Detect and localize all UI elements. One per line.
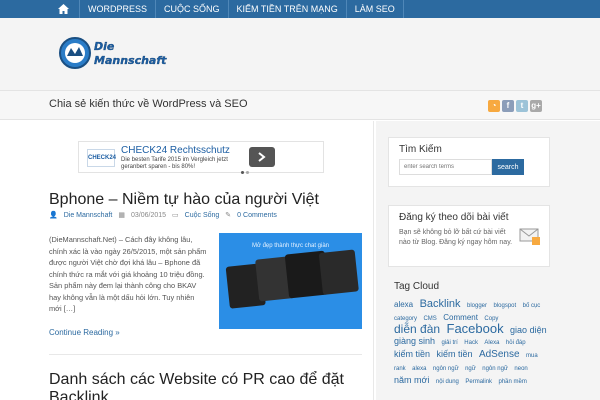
tag-link[interactable]: ngữ [465, 366, 476, 372]
site-header: Die Mannschaft [0, 18, 600, 90]
tag-link[interactable]: Hack [464, 340, 478, 346]
ad-dot[interactable] [241, 171, 244, 174]
top-navigation: WordPress Cuộc sống Kiếm tiền trên mạng … [0, 0, 600, 18]
tag-link[interactable]: kiếm tiền [394, 349, 430, 359]
email-subscribe-icon[interactable] [519, 224, 541, 246]
ad-next-button[interactable] [249, 147, 275, 167]
ad-banner[interactable]: CHECK24 CHECK24 Rechtsschutz Die besten … [78, 141, 324, 174]
tag-link[interactable]: nội dung [436, 379, 459, 385]
twitter-icon[interactable]: t [516, 100, 528, 112]
post-title[interactable]: Bphone – Niềm tự hào của người Việt [49, 191, 319, 209]
ad-title[interactable]: CHECK24 Rechtsschutz [121, 145, 230, 156]
tag-link[interactable]: Alexa [484, 340, 499, 346]
tag-link[interactable]: rank [394, 366, 406, 372]
calendar-icon: ▦ [118, 212, 125, 219]
comment-icon: ✎ [225, 212, 232, 219]
facebook-icon[interactable]: f [502, 100, 514, 112]
post-excerpt: (DieMannschaft.Net) – Cách đây không lâu… [49, 235, 207, 313]
tagline-bar: Chia sẻ kiến thức về WordPress và SEO ◔ … [0, 90, 600, 120]
site-tagline: Chia sẻ kiến thức về WordPress và SEO [49, 98, 248, 110]
chevron-right-icon [258, 152, 266, 162]
tag-link[interactable]: phần mềm [499, 379, 527, 385]
search-widget: Tìm Kiếm search [388, 137, 550, 187]
social-icons: ◔ f t g+ [488, 100, 542, 112]
google-plus-icon[interactable]: g+ [530, 100, 542, 112]
nav-item-cuoc-song[interactable]: Cuộc sống [156, 0, 229, 18]
home-icon[interactable] [48, 0, 80, 18]
tag-link[interactable]: hỏi đáp [506, 340, 526, 346]
tag-link[interactable]: giải trí [442, 340, 458, 346]
tag-link[interactable]: Permalink [465, 379, 492, 385]
author-icon: 👤 [49, 212, 58, 219]
tag-link[interactable]: AdSense [479, 349, 520, 360]
post-meta: 👤 Die Mannschaft ▦ 03/06/2015 ▭ Cuộc Sốn… [49, 211, 277, 220]
tag-link[interactable]: Backlink [420, 298, 461, 310]
ad-pagination [241, 171, 249, 174]
post-comments[interactable]: 0 Comments [237, 212, 277, 219]
nav-item-lam-seo[interactable]: Làm SEO [347, 0, 404, 18]
post-thumbnail[interactable]: Mở đẹp thành thực chat giàn [219, 233, 362, 329]
tag-link[interactable]: giàng sinh [394, 336, 435, 346]
tag-link[interactable]: bố cục [523, 303, 541, 309]
ad-logo: CHECK24 [87, 149, 116, 167]
tagcloud-title: Tag Cloud [394, 281, 440, 292]
svg-text:Die: Die [94, 40, 115, 53]
tag-link[interactable]: giao diện [510, 325, 547, 335]
tag-link[interactable]: blogger [467, 303, 487, 309]
tag-link[interactable]: neon [514, 366, 527, 372]
site-logo[interactable]: Die Mannschaft [58, 34, 178, 74]
rss-icon[interactable]: ◔ [488, 100, 500, 112]
search-button[interactable]: search [492, 159, 524, 175]
tag-link[interactable]: diễn đàn [394, 322, 440, 336]
post-title[interactable]: Danh sách các Website có PR cao để đặt B… [49, 371, 349, 400]
tag-link[interactable]: alexa [394, 300, 413, 309]
tag-link[interactable]: ngôn ngữ [433, 366, 459, 372]
tag-link[interactable]: kiếm tiền [436, 349, 472, 359]
ad-text: Die besten Tarife 2015 im Vergleich jetz… [121, 157, 228, 170]
post-divider [49, 354, 362, 355]
ad-dot[interactable] [246, 171, 249, 174]
nav-item-kiem-tien[interactable]: Kiếm tiền trên mạng [229, 0, 347, 18]
tag-link[interactable]: ngôn ngữ [482, 366, 508, 372]
tag-cloud: alexa Backlink blogger blogspot bố cục c… [394, 298, 550, 387]
post-author[interactable]: Die Mannschaft [64, 212, 113, 219]
subscribe-text: Bạn sẽ không bỏ lỡ bất cứ bài viết nào t… [399, 229, 513, 246]
subscribe-widget: Đăng ký theo dõi bài viết Bạn sẽ không b… [388, 205, 550, 267]
post-category[interactable]: Cuộc Sống [185, 212, 220, 219]
tag-link[interactable]: blogspot [493, 303, 516, 309]
search-widget-title: Tìm Kiếm [399, 144, 442, 155]
tag-link[interactable]: Facebook [447, 321, 504, 336]
folder-icon: ▭ [172, 212, 179, 219]
tag-link[interactable]: mua [526, 353, 538, 359]
svg-text:Mannschaft: Mannschaft [94, 54, 167, 67]
tag-link[interactable]: năm mới [394, 375, 429, 385]
tag-link[interactable]: alexa [412, 366, 426, 372]
nav-item-wordpress[interactable]: WordPress [80, 0, 157, 18]
post-date: 03/06/2015 [130, 211, 167, 219]
continue-reading-link[interactable]: Continue Reading » [49, 328, 120, 337]
search-input[interactable] [399, 159, 492, 175]
